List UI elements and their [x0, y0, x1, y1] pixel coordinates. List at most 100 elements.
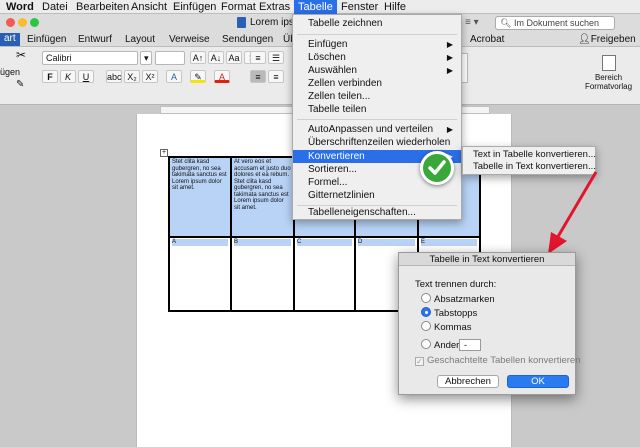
- minimize-window-button[interactable]: [18, 18, 27, 27]
- menu-item-tabelle-teilen[interactable]: Tabelle teilen: [293, 103, 461, 116]
- numbering-button[interactable]: ☰: [268, 51, 284, 64]
- cut-icon[interactable]: ✂: [16, 48, 26, 62]
- option-kommas[interactable]: Kommas: [421, 321, 471, 333]
- radio-button-selected[interactable]: [421, 307, 431, 317]
- styles-pane-label-2: Formatvorlag: [584, 82, 633, 91]
- menu-hilfe[interactable]: Hilfe: [384, 0, 406, 14]
- menu-tabelle[interactable]: Tabelle: [294, 0, 337, 14]
- menu-item-gitternetzlinien[interactable]: Gitternetzlinien: [293, 189, 461, 202]
- submenu-arrow-icon: ▶: [446, 40, 453, 49]
- tab-start[interactable]: art: [0, 33, 20, 46]
- table-move-handle[interactable]: +: [160, 149, 168, 157]
- menu-einfuegen[interactable]: Einfügen: [173, 0, 216, 14]
- menu-item-label: Tabelle zeichnen: [308, 18, 383, 29]
- submenu-arrow-icon: ▶: [446, 66, 453, 75]
- zoom-window-button[interactable]: [30, 18, 39, 27]
- menu-item-einfuegen[interactable]: Einfügen ▶: [293, 38, 461, 51]
- menu-bearbeiten[interactable]: Bearbeiten: [76, 0, 129, 14]
- table-cell[interactable]: C: [293, 236, 356, 312]
- other-separator-input[interactable]: -: [459, 339, 481, 351]
- menu-separator: [297, 34, 457, 35]
- tab-einfuegen[interactable]: Einfügen: [27, 34, 66, 45]
- styles-pane-button[interactable]: Bereich Formatvorlag: [577, 47, 640, 105]
- strikethrough-button[interactable]: abc: [106, 70, 122, 83]
- underline-button[interactable]: U: [78, 70, 94, 83]
- menu-bar: Word Datei Bearbeiten Ansicht Einfügen F…: [0, 0, 640, 14]
- bullets-button[interactable]: ≡: [250, 51, 266, 64]
- menu-item-zellen-verbinden[interactable]: Zellen verbinden: [293, 77, 461, 90]
- option-label: Kommas: [434, 322, 472, 333]
- cancel-button[interactable]: Abbrechen: [437, 375, 499, 388]
- menu-item-tabelle-zeichnen[interactable]: Tabelle zeichnen: [293, 17, 461, 30]
- radio-button[interactable]: [421, 339, 431, 349]
- font-name-select[interactable]: Calibri: [42, 51, 138, 65]
- table-cell[interactable]: Stet clita kasd gubergren, no sea takima…: [168, 156, 232, 238]
- font-name-dropdown[interactable]: ▾: [140, 51, 152, 65]
- menu-item-tabelle-in-text[interactable]: Tabelle in Text konvertieren...: [463, 161, 596, 173]
- option-absatzmarken[interactable]: Absatzmarken: [421, 293, 495, 305]
- grow-font-button[interactable]: A↑: [190, 51, 206, 64]
- menu-item-tabelleneigenschaften[interactable]: Tabelleneigenschaften...: [293, 206, 461, 219]
- menu-ansicht[interactable]: Ansicht: [131, 0, 167, 14]
- table-cell[interactable]: A: [168, 236, 232, 312]
- menu-format[interactable]: Format: [221, 0, 256, 14]
- format-painter-icon[interactable]: ✎: [16, 79, 24, 90]
- option-label: Tabstopps: [434, 308, 478, 319]
- font-size-select[interactable]: [155, 51, 185, 65]
- menu-item-label: AutoAnpassen und verteilen: [308, 124, 434, 135]
- cell-text: C: [297, 239, 352, 246]
- table-cell[interactable]: At vero eos et accusam et justo duo dolo…: [230, 156, 295, 238]
- subscript-button[interactable]: X₂: [124, 70, 140, 83]
- case-button[interactable]: Aa: [226, 51, 242, 64]
- tabelle-menu: Tabelle zeichnen Einfügen ▶ Löschen ▶ Ausw…: [292, 14, 462, 220]
- option-label: Absatzmarken: [434, 294, 495, 305]
- share-icon: 👤︎: [578, 34, 591, 45]
- search-input[interactable]: 🔍︎ Im Dokument suchen: [495, 16, 615, 30]
- bold-button[interactable]: F: [42, 70, 58, 83]
- shrink-font-button[interactable]: A↓: [208, 51, 224, 64]
- menu-datei[interactable]: Datei: [42, 0, 68, 14]
- text-effects-button[interactable]: A: [166, 70, 182, 83]
- superscript-button[interactable]: X²: [142, 70, 158, 83]
- dialog-title: Tabelle in Text konvertieren: [399, 253, 575, 266]
- styles-pane-icon: [601, 55, 616, 71]
- radio-button[interactable]: [421, 293, 431, 303]
- cell-text: B: [234, 239, 291, 246]
- share-button[interactable]: 👤︎Freigeben: [578, 34, 636, 45]
- menu-fenster[interactable]: Fenster: [341, 0, 378, 14]
- menu-item-zellen-teilen[interactable]: Zellen teilen...: [293, 90, 461, 103]
- menu-item-label: Tabelle teilen: [308, 104, 367, 115]
- highlight-button[interactable]: ✎: [190, 70, 206, 83]
- tab-verweise[interactable]: Verweise: [169, 34, 210, 45]
- radio-button[interactable]: [421, 321, 431, 331]
- align-center-button[interactable]: ≡: [268, 70, 284, 83]
- tab-layout[interactable]: Layout: [125, 34, 155, 45]
- menu-item-label: Zellen teilen...: [308, 91, 371, 102]
- checkbox[interactable]: ✓: [415, 357, 424, 366]
- menu-word[interactable]: Word: [6, 0, 34, 14]
- tab-entwurf[interactable]: Entwurf: [78, 34, 112, 45]
- menu-separator: [297, 119, 457, 120]
- menu-item-loeschen[interactable]: Löschen ▶: [293, 51, 461, 64]
- ok-button[interactable]: OK: [507, 375, 569, 388]
- menu-item-ueberschriftenzeilen[interactable]: Überschriftenzeilen wiederholen: [293, 136, 461, 149]
- menu-item-label: Löschen: [308, 52, 346, 63]
- option-tabstopps[interactable]: Tabstopps: [421, 307, 477, 319]
- menu-item-autoanpassen[interactable]: AutoAnpassen und verteilen ▶: [293, 123, 461, 136]
- cell-text: A: [172, 239, 228, 246]
- menu-extras[interactable]: Extras: [259, 0, 290, 14]
- menu-item-text-in-tabelle[interactable]: Text in Tabelle konvertieren...: [463, 149, 596, 161]
- font-name-value: Calibri: [46, 53, 72, 63]
- search-placeholder: Im Dokument suchen: [513, 18, 599, 28]
- close-window-button[interactable]: [6, 18, 15, 27]
- font-color-button[interactable]: A: [214, 70, 230, 83]
- nested-tables-checkbox-row[interactable]: ✓ Geschachtelte Tabellen konvertieren: [415, 355, 581, 366]
- menu-item-label: Einfügen: [308, 39, 348, 50]
- menu-item-auswaehlen[interactable]: Auswählen ▶: [293, 64, 461, 77]
- table-cell[interactable]: B: [230, 236, 295, 312]
- menu-item-label: Gitternetzlinien: [308, 190, 375, 201]
- align-left-button[interactable]: ≡: [250, 70, 266, 83]
- italic-button[interactable]: K: [60, 70, 76, 83]
- tab-acrobat[interactable]: Acrobat: [470, 34, 504, 45]
- tab-sendungen[interactable]: Sendungen: [222, 34, 273, 45]
